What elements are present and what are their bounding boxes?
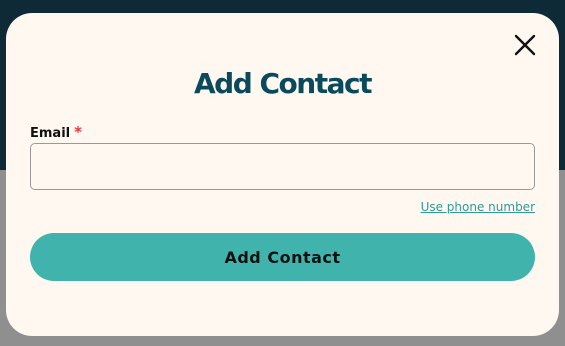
add-contact-dialog: Add Contact Email * Use phone number Add …	[6, 13, 559, 336]
close-button[interactable]	[513, 33, 537, 57]
close-icon	[514, 34, 536, 56]
dialog-title: Add Contact	[194, 67, 372, 100]
use-phone-number-link[interactable]: Use phone number	[421, 200, 535, 214]
add-contact-button[interactable]: Add Contact	[30, 233, 535, 281]
email-field-label: Email *	[30, 123, 82, 141]
email-label-text: Email	[30, 126, 71, 141]
required-indicator: *	[74, 123, 82, 141]
email-field[interactable]	[30, 143, 535, 190]
